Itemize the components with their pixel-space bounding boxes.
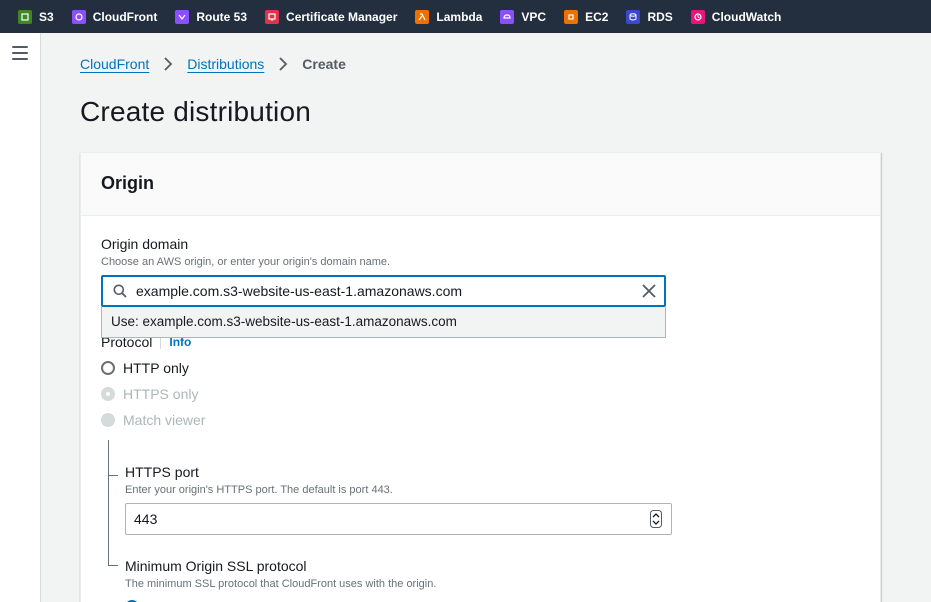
tree-connector (108, 440, 109, 565)
origin-domain-label: Origin domain (101, 236, 189, 252)
tree-connector (108, 475, 118, 476)
service-cloudfront[interactable]: CloudFront (71, 9, 158, 24)
breadcrumb-current: Create (302, 56, 346, 72)
service-rds[interactable]: RDS (626, 9, 673, 24)
radio-match-viewer: Match viewer (101, 412, 205, 428)
service-s3[interactable]: S3 (18, 9, 54, 24)
close-icon[interactable] (641, 283, 657, 299)
panel-header: Origin (81, 153, 880, 216)
service-label: CloudFront (92, 9, 158, 24)
search-icon (113, 284, 127, 298)
ssl-protocol-description: The minimum SSL protocol that CloudFront… (125, 578, 437, 590)
panel-title: Origin (101, 173, 154, 193)
rds-icon (626, 9, 641, 24)
certificate-manager-icon (265, 9, 280, 24)
radio-label: HTTP only (123, 360, 189, 376)
origin-panel: Origin Origin domain Choose an AWS origi… (80, 152, 881, 602)
cloudwatch-icon (690, 9, 705, 24)
service-cloudwatch[interactable]: CloudWatch (690, 9, 782, 24)
radio-label: HTTPS only (123, 386, 199, 402)
https-port-input[interactable]: 443 (125, 503, 672, 535)
service-certificate-manager[interactable]: Certificate Manager (265, 9, 398, 24)
radio-button (101, 413, 115, 427)
chevron-right-icon (274, 55, 292, 73)
service-label: Route 53 (196, 9, 248, 24)
origin-suggestion-option[interactable]: Use: example.com.s3-website-us-east-1.am… (101, 307, 666, 338)
tree-connector (108, 565, 118, 566)
service-favorites-bar: S3 CloudFront Route 53 Certificate Manag… (0, 0, 931, 33)
service-lambda[interactable]: Lambda (415, 9, 483, 24)
radio-button (101, 387, 115, 401)
https-port-value: 443 (134, 511, 158, 527)
lambda-icon (415, 9, 430, 24)
origin-domain-description: Choose an AWS origin, or enter your orig… (101, 256, 391, 268)
service-label: Lambda (436, 9, 483, 24)
side-navigation (0, 33, 41, 602)
route53-icon (175, 9, 190, 24)
s3-icon (18, 9, 32, 24)
breadcrumb: CloudFront Distributions Create (80, 55, 346, 73)
breadcrumb-distributions[interactable]: Distributions (187, 56, 264, 72)
stepper-icon[interactable] (650, 510, 662, 528)
service-ec2[interactable]: EC2 (564, 9, 609, 24)
radio-https-only: HTTPS only (101, 386, 198, 402)
ec2-icon (564, 9, 579, 24)
https-port-description: Enter your origin's HTTPS port. The defa… (125, 484, 393, 496)
chevron-right-icon (159, 55, 177, 73)
breadcrumb-cloudfront[interactable]: CloudFront (80, 56, 149, 72)
https-port-label: HTTPS port (125, 464, 199, 480)
vpc-icon (500, 9, 515, 24)
service-label: EC2 (585, 9, 609, 24)
service-label: RDS (647, 9, 673, 24)
service-label: S3 (39, 9, 54, 24)
origin-domain-value: example.com.s3-website-us-east-1.amazona… (136, 283, 463, 299)
service-label: Certificate Manager (286, 9, 398, 24)
radio-button (101, 361, 115, 375)
service-route53[interactable]: Route 53 (175, 9, 248, 24)
ssl-protocol-label: Minimum Origin SSL protocol (125, 558, 307, 574)
page-title: Create distribution (80, 96, 312, 127)
radio-label: Match viewer (123, 412, 206, 428)
service-vpc[interactable]: VPC (500, 9, 547, 24)
menu-icon[interactable] (12, 46, 28, 60)
service-label: VPC (521, 9, 547, 24)
cloudfront-icon (71, 9, 86, 24)
service-label: CloudWatch (711, 9, 782, 24)
radio-http-only[interactable]: HTTP only (101, 360, 189, 376)
origin-domain-input[interactable]: example.com.s3-website-us-east-1.amazona… (101, 275, 666, 307)
